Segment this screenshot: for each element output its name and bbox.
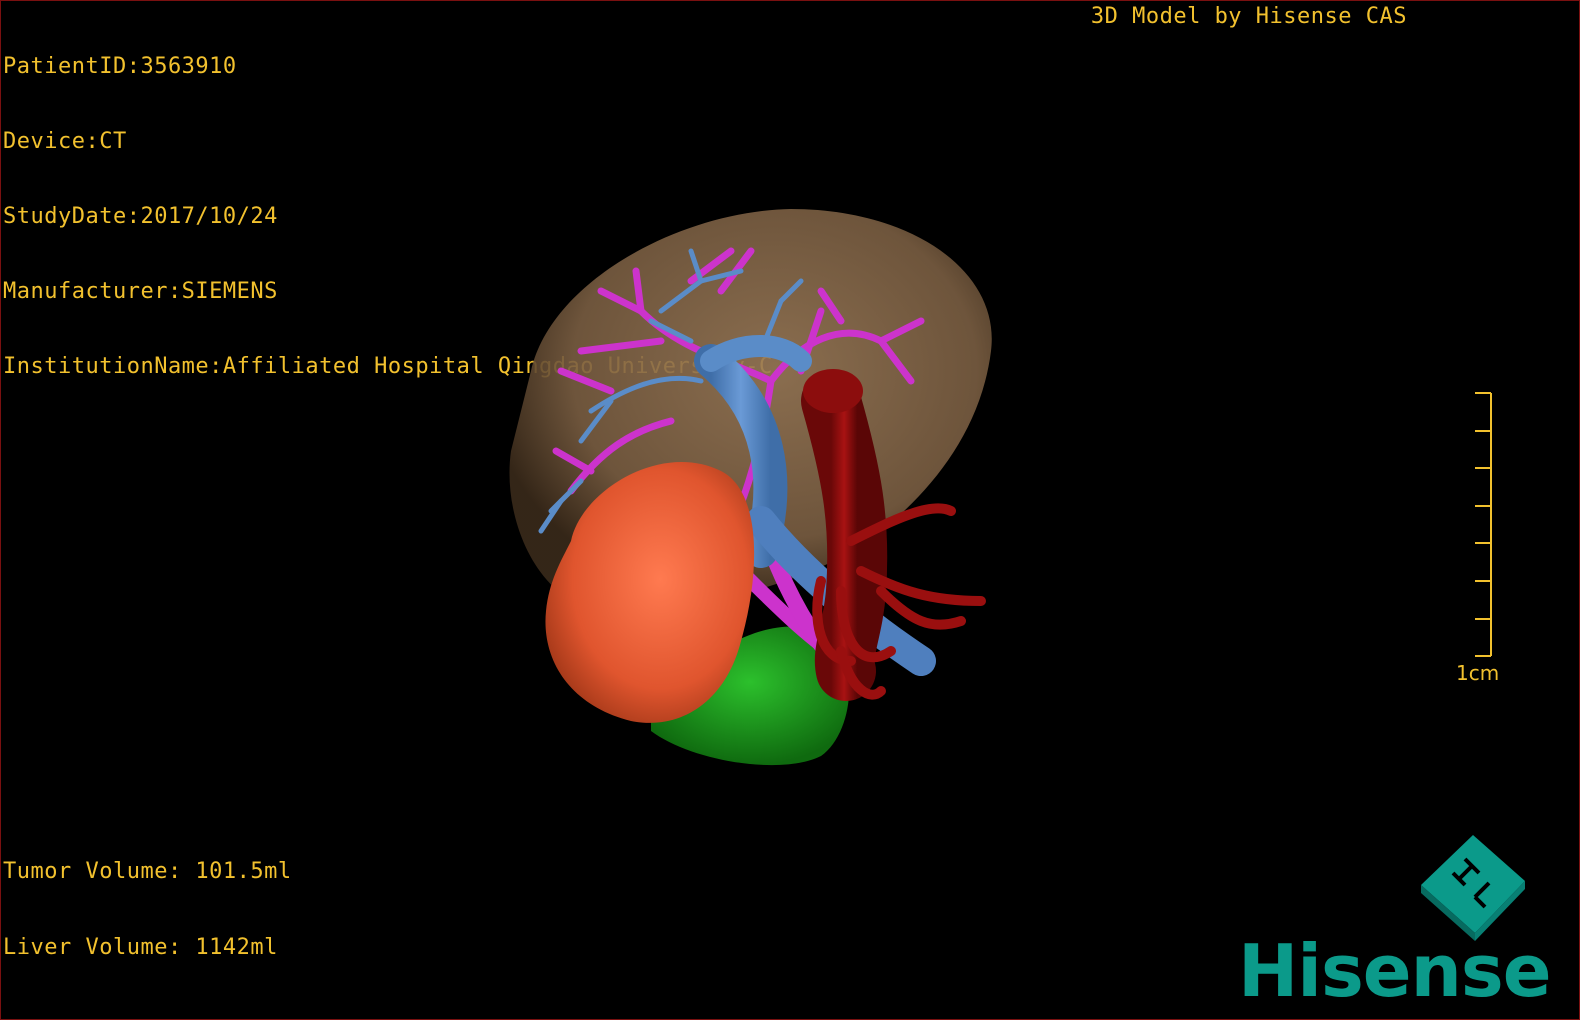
- liver-volume-text: Liver Volume: 1142ml: [3, 935, 278, 960]
- tumor-volume-text: Tumor Volume: 101.5ml: [3, 859, 292, 884]
- hisense-wordmark: Hisense: [1238, 929, 1552, 1013]
- scale-label: 1cm: [1456, 661, 1500, 685]
- patient-id-text: PatientID:3563910: [3, 54, 237, 79]
- 3d-viewport[interactable]: PatientID:3563910 Device:CT StudyDate:20…: [0, 0, 1580, 1020]
- brand-caption: 3D Model by Hisense CAS: [1090, 4, 1407, 29]
- liver-3d-model[interactable]: [461, 191, 1041, 791]
- device-text: Device:CT: [3, 129, 127, 154]
- volume-block: Tumor Volume: 101.5ml Liver Volume: 1142…: [3, 809, 292, 1011]
- scale-bar: [1475, 392, 1492, 657]
